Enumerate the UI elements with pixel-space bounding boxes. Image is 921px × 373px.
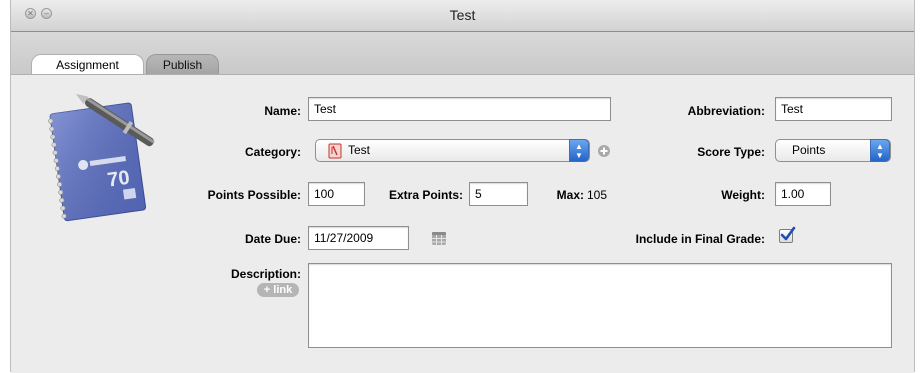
- include-final-grade-checkbox[interactable]: [779, 226, 796, 243]
- tab-publish[interactable]: Publish: [146, 54, 219, 74]
- add-link-button[interactable]: + link: [257, 283, 299, 297]
- tab-bar: Assignment Publish: [11, 32, 914, 74]
- notebook-pen-icon: 70: [48, 93, 155, 222]
- max-label: Max:: [556, 188, 584, 202]
- date-due-label: Date Due:: [244, 232, 301, 246]
- points-possible-field[interactable]: 100: [308, 182, 365, 206]
- date-due-field[interactable]: 11/27/2009: [308, 226, 409, 250]
- window-title: Test: [449, 7, 476, 23]
- tab-assignment[interactable]: Assignment: [31, 54, 144, 74]
- category-folder-icon: [328, 143, 342, 159]
- category-value: Test: [348, 143, 371, 157]
- category-popup[interactable]: Test ▲ ▼: [315, 139, 590, 162]
- description-label: Description:: [230, 267, 301, 281]
- score-type-popup[interactable]: Points ▲ ▼: [775, 139, 891, 162]
- calendar-icon[interactable]: [431, 230, 447, 246]
- score-type-value: Points: [792, 143, 826, 157]
- extra-points-label: Extra Points:: [388, 188, 463, 202]
- category-label: Category:: [244, 145, 301, 159]
- add-category-icon[interactable]: [597, 144, 611, 158]
- score-type-label: Score Type:: [697, 145, 765, 159]
- include-final-grade-label: Include in Final Grade:: [635, 232, 765, 246]
- assignment-form: 70 Name: Test Abbreviation: Test Categor…: [11, 74, 914, 373]
- max-value: 105: [587, 188, 608, 202]
- category-chevron-icon: ▲ ▼: [569, 139, 589, 162]
- title-bar: ✕ – Test: [11, 0, 914, 32]
- name-field[interactable]: Test: [308, 97, 611, 121]
- name-label: Name:: [264, 104, 301, 118]
- abbreviation-label: Abbreviation:: [687, 104, 765, 118]
- abbreviation-field[interactable]: Test: [775, 97, 892, 121]
- weight-field[interactable]: 1.00: [775, 182, 831, 206]
- weight-label: Weight:: [721, 188, 765, 202]
- add-link-label: link: [273, 284, 293, 296]
- checkmark-icon: [780, 226, 796, 241]
- extra-points-field[interactable]: 5: [469, 182, 528, 206]
- description-textarea[interactable]: [308, 263, 892, 348]
- points-possible-label: Points Possible:: [207, 188, 301, 202]
- plus-icon: +: [263, 284, 271, 296]
- svg-text:70: 70: [106, 167, 131, 192]
- score-type-chevron-icon: ▲ ▼: [870, 139, 890, 162]
- assignment-window: ✕ – Test Assignment Publish 70 Name: Tes…: [10, 0, 915, 373]
